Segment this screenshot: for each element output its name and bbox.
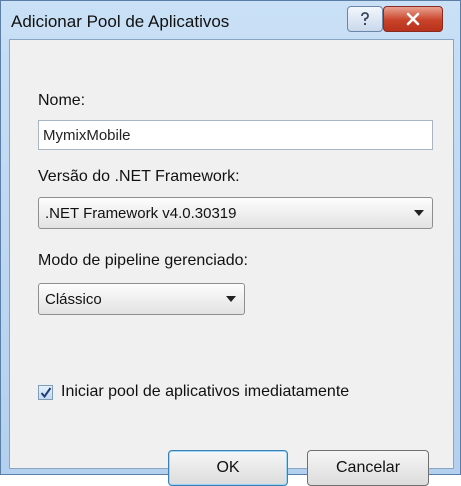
dialog-body: Nome: MymixMobile Versão do .NET Framewo… [9,39,454,486]
pipeline-select[interactable]: Clássico [38,283,245,315]
start-pool-label[interactable]: Iniciar pool de aplicativos imediatament… [61,383,349,401]
close-button[interactable] [383,6,443,32]
cancel-button-label: Cancelar [335,459,401,476]
close-icon [406,12,420,26]
ok-button[interactable]: OK [168,450,288,486]
start-pool-checkbox[interactable] [38,385,53,400]
title-bar[interactable]: Adicionar Pool de Aplicativos [1,1,460,39]
pipeline-label: Modo de pipeline gerenciado: [38,252,248,269]
framework-select[interactable]: .NET Framework v4.0.30319 [38,197,433,229]
help-icon [361,12,369,25]
chevron-down-icon [414,210,424,216]
cancel-button[interactable]: Cancelar [307,450,429,486]
chevron-down-icon [226,296,236,302]
framework-selected-value: .NET Framework v4.0.30319 [45,205,237,222]
help-button[interactable] [347,6,383,32]
framework-label: Versão do .NET Framework: [38,168,240,185]
dialog-window: Adicionar Pool de Aplicativos Nome: Mymi… [0,0,461,486]
ok-button-label: OK [216,459,240,476]
checkmark-icon [40,387,52,399]
name-label: Nome: [38,92,86,109]
pipeline-selected-value: Clássico [45,291,102,308]
window-title: Adicionar Pool de Aplicativos [11,12,230,31]
name-input[interactable]: MymixMobile [38,120,433,150]
